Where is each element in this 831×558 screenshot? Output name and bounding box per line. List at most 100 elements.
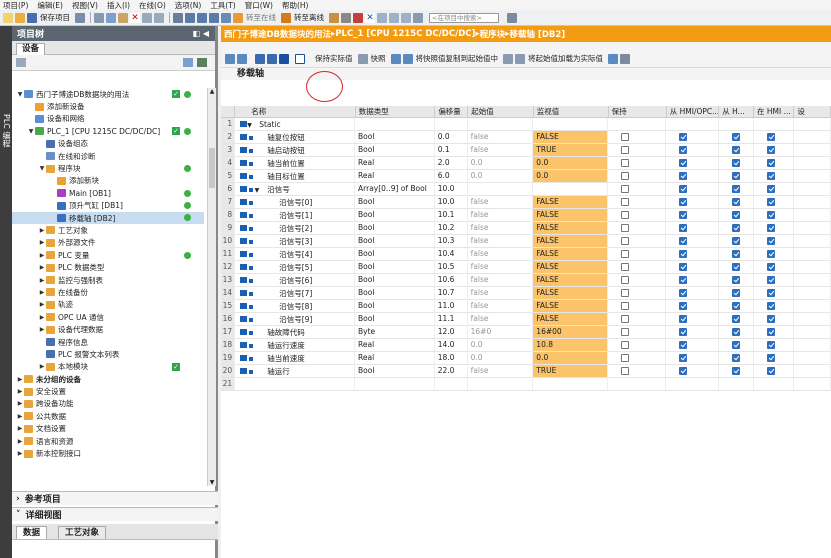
checkbox[interactable] (732, 146, 741, 154)
tree-item[interactable]: ▶ PLC 数据类型 (12, 261, 204, 273)
checkbox[interactable] (621, 211, 630, 219)
flag-cell[interactable] (754, 326, 795, 338)
flag-cell[interactable] (794, 287, 831, 299)
flag-cell[interactable] (754, 222, 795, 234)
data-type-cell[interactable]: Bool (355, 274, 435, 286)
name-cell[interactable]: 轴运行 (235, 365, 356, 377)
table-row[interactable]: 19 轴当前速度 Real 18.0 0.0 0.0 (221, 352, 831, 365)
data-type-cell[interactable]: Bool (355, 144, 435, 156)
checkbox[interactable] (621, 224, 630, 232)
expand-down-icon[interactable]: ▼ (27, 128, 35, 135)
flag-cell[interactable] (754, 183, 795, 195)
checkbox[interactable] (621, 198, 630, 206)
snapshot-icon[interactable] (357, 54, 368, 64)
column-header[interactable]: 起始值 (468, 106, 534, 117)
tree-item[interactable]: ▶ 安全设置 (12, 385, 204, 397)
flag-cell[interactable] (608, 131, 667, 143)
name-cell[interactable]: 轴启动按钮 (235, 144, 356, 156)
data-type-cell[interactable] (355, 118, 435, 130)
upload-icon[interactable] (209, 12, 219, 23)
simulation-icon[interactable] (221, 12, 231, 23)
checkbox[interactable] (766, 237, 775, 245)
name-cell[interactable]: 轴故障代码 (235, 326, 356, 338)
flag-cell[interactable] (794, 339, 831, 351)
download-icon[interactable] (197, 12, 207, 23)
flag-cell[interactable] (719, 157, 754, 169)
flag-cell[interactable] (794, 170, 831, 182)
table-row[interactable]: 5 轴目标位置 Real 6.0 0.0 0.0 (221, 170, 831, 183)
flag-cell[interactable] (719, 339, 754, 351)
table-row[interactable]: 8 沿信号[1] Bool 10.1 false FALSE (221, 209, 831, 222)
flag-cell[interactable] (666, 157, 720, 169)
flag-cell[interactable] (794, 118, 831, 130)
flag-cell[interactable] (754, 378, 795, 390)
copy-snapshot-to-start-button[interactable]: 将快照值复制到起始值中 (416, 53, 499, 64)
table-row[interactable]: 21 (221, 378, 831, 391)
checkbox[interactable] (679, 263, 688, 271)
flag-cell[interactable] (666, 352, 720, 364)
checkbox[interactable] (679, 354, 688, 362)
paste-icon[interactable] (118, 12, 128, 23)
name-cell[interactable]: ▼ Static (235, 118, 356, 130)
flag-cell[interactable] (608, 352, 667, 364)
name-cell[interactable]: 沿信号[9] (235, 313, 356, 325)
flag-cell[interactable] (719, 352, 754, 364)
checkbox[interactable] (679, 237, 688, 245)
expand-down-icon[interactable]: ▼ (247, 120, 252, 130)
flag-cell[interactable] (754, 352, 795, 364)
menu-item[interactable]: 窗口(W) (245, 0, 273, 11)
copy-snapshot-icon[interactable] (390, 54, 401, 64)
flag-cell[interactable] (794, 248, 831, 260)
flag-cell[interactable] (794, 378, 831, 390)
column-header[interactable]: 名称 (235, 106, 356, 117)
checkbox[interactable] (766, 302, 775, 310)
name-cell[interactable]: 轴当前位置 (235, 157, 356, 169)
flag-cell[interactable] (754, 248, 795, 260)
scroll-down-arrow[interactable]: ▼ (208, 479, 216, 486)
data-type-cell[interactable]: Bool (355, 313, 435, 325)
breadcrumb-item[interactable]: PLC_1 [CPU 1215C DC/DC/DC] (335, 29, 475, 39)
checkbox[interactable] (621, 328, 630, 336)
start-value-cell[interactable]: false (468, 313, 534, 325)
start-value-cell[interactable] (468, 183, 534, 195)
save-project-button[interactable]: 保存项目 (40, 12, 70, 23)
breadcrumb-item[interactable]: 移载轴 [DB2] (509, 28, 565, 40)
flag-cell[interactable] (608, 183, 667, 195)
table-row[interactable]: 20 轴运行 Bool 22.0 false TRUE (221, 365, 831, 378)
data-type-cell[interactable]: Array[0..9] of Bool (355, 183, 435, 195)
collapse-panel-icon[interactable]: ◧ ◀ (193, 29, 210, 38)
table-row[interactable]: 16 沿信号[9] Bool 11.1 false FALSE (221, 313, 831, 326)
start-value-cell[interactable]: false (468, 274, 534, 286)
expand-right-icon[interactable]: ▶ (16, 438, 24, 445)
collapse-all-icon[interactable] (267, 54, 277, 64)
column-header[interactable]: 保持 (609, 106, 667, 117)
start-value-cell[interactable]: 0.0 (468, 339, 534, 351)
snapshot-button[interactable]: 快照 (371, 53, 386, 64)
name-cell[interactable]: 沿信号[8] (235, 300, 356, 312)
tree-item[interactable]: ▶ 语言和资源 (12, 435, 204, 447)
table-row[interactable]: 4 轴当前位置 Real 2.0 0.0 0.0 (221, 157, 831, 170)
expand-right-icon[interactable]: ▶ (16, 413, 24, 420)
flag-cell[interactable] (794, 274, 831, 286)
name-cell[interactable]: 轴当前速度 (235, 352, 356, 364)
flag-cell[interactable] (754, 196, 795, 208)
start-value-cell[interactable]: false (468, 131, 534, 143)
start-value-cell[interactable] (468, 378, 534, 390)
flag-cell[interactable] (754, 118, 795, 130)
open-project-icon[interactable] (15, 12, 25, 23)
name-cell[interactable]: 沿信号[1] (235, 209, 356, 221)
split-editor-icon[interactable] (173, 12, 183, 23)
checkbox[interactable] (621, 315, 630, 323)
keep-actual-values-button[interactable]: 保持实际值 (315, 53, 353, 64)
name-cell[interactable]: 沿信号[6] (235, 274, 356, 286)
flag-cell[interactable] (754, 287, 795, 299)
tree-item[interactable]: 顶升气缸 [DB1] (12, 200, 204, 212)
flag-cell[interactable] (719, 118, 754, 130)
data-type-cell[interactable]: Bool (355, 365, 435, 377)
data-type-cell[interactable]: Bool (355, 287, 435, 299)
start-value-cell[interactable] (468, 118, 534, 130)
search-icon[interactable] (507, 12, 517, 23)
breadcrumb-item[interactable]: 程序块 (480, 28, 506, 40)
flag-cell[interactable] (754, 157, 795, 169)
flag-cell[interactable] (719, 170, 754, 182)
